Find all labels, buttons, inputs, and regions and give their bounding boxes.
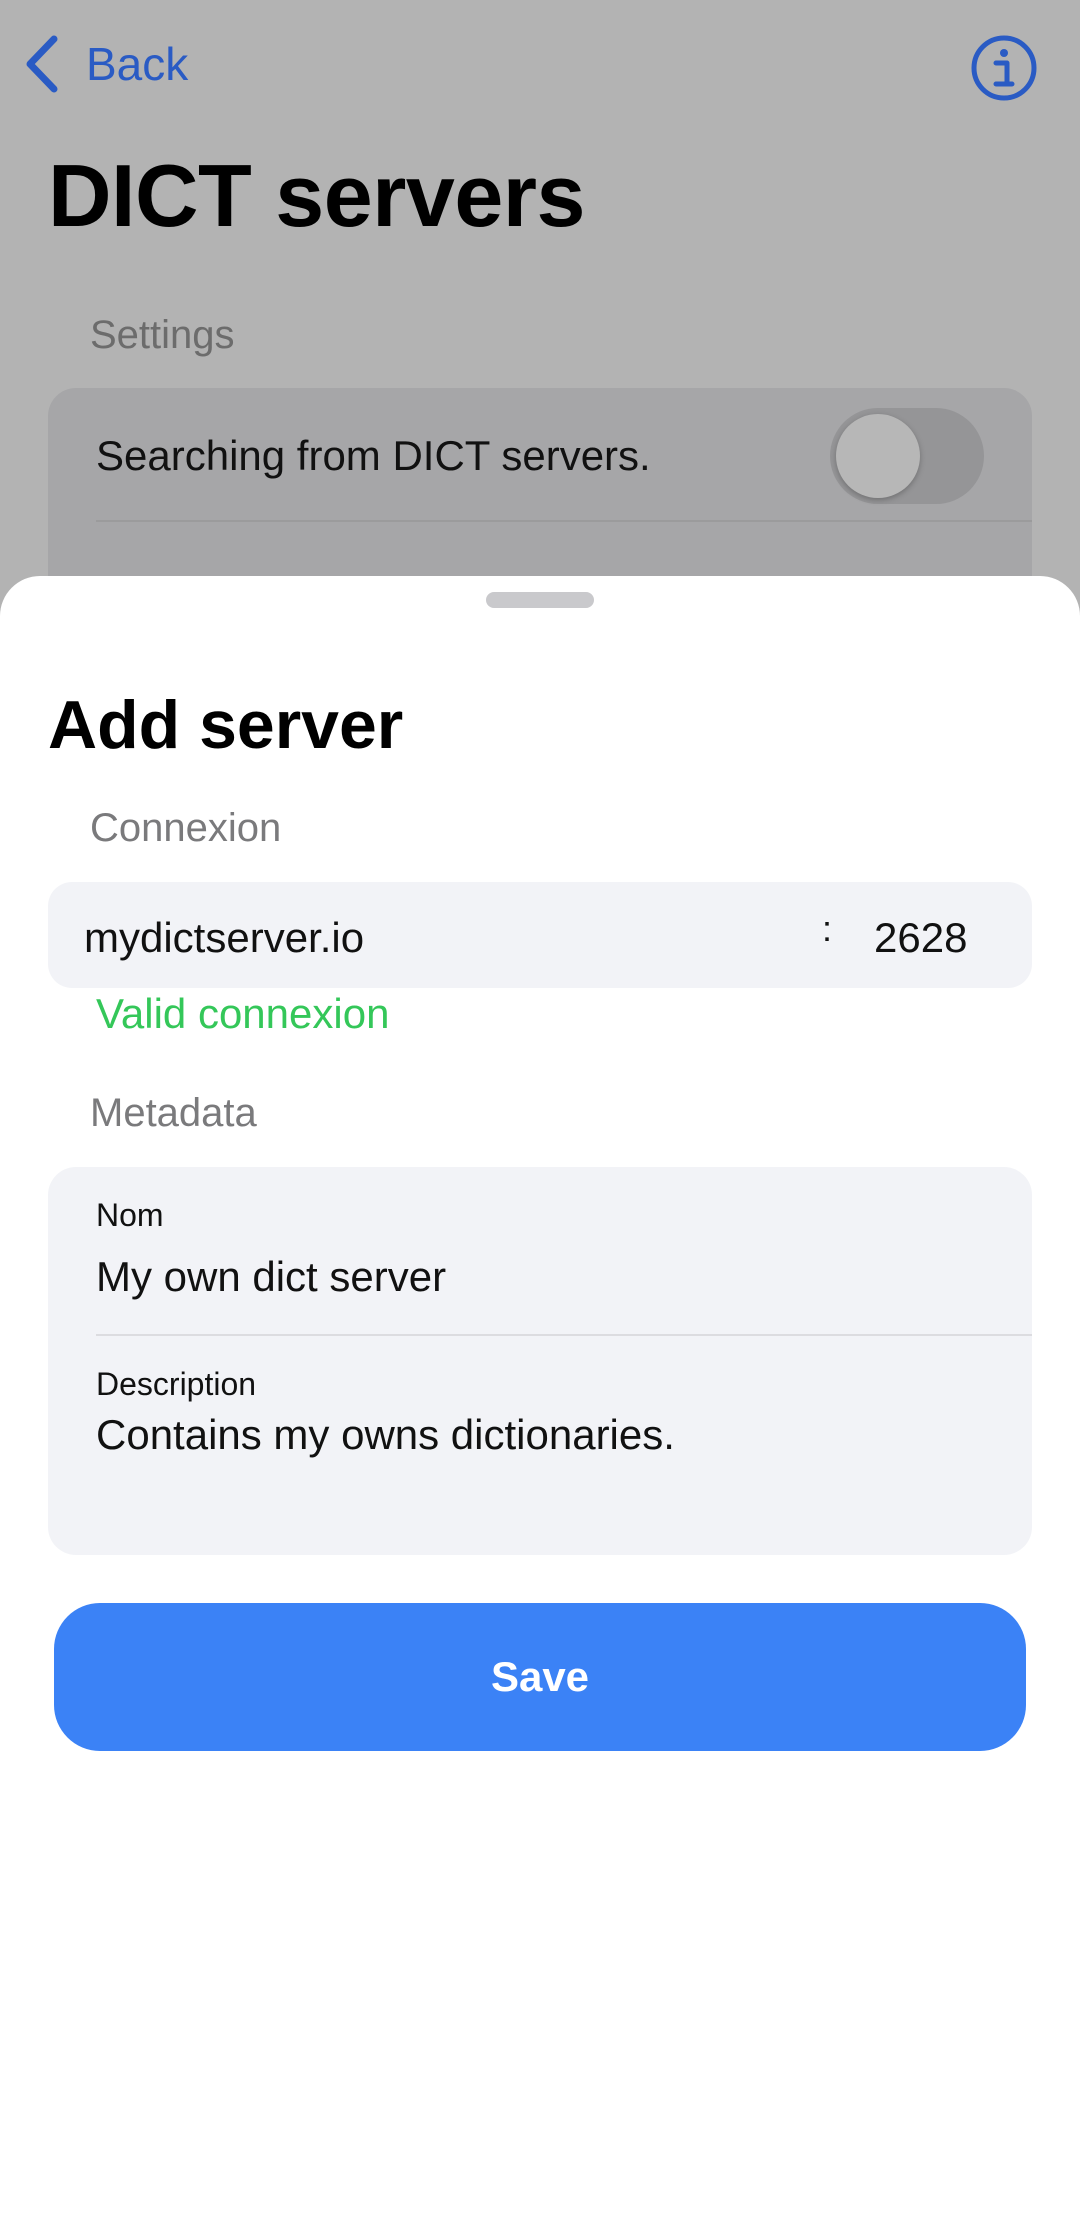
connexion-field: mydictserver.io : 2628 [48,882,1032,988]
toggle-knob [836,414,920,498]
search-toggle[interactable] [830,408,984,504]
metadata-divider [96,1334,1032,1336]
search-toggle-label: Searching from DICT servers. [96,432,651,479]
host-input[interactable]: mydictserver.io [84,914,364,962]
info-circle-icon [971,35,1037,101]
sheet-grabber[interactable] [486,592,594,608]
info-button[interactable] [970,34,1038,102]
settings-section-header: Settings [90,313,235,357]
sheet-title: Add server [48,687,404,763]
save-button[interactable]: Save [54,1603,1026,1751]
back-label: Back [86,38,189,90]
host-port-separator: : [822,908,833,949]
connexion-section-header: Connexion [90,806,282,850]
name-input[interactable]: My own dict server [96,1253,446,1301]
add-server-sheet: Add server Connexion mydictserver.io : 2… [0,576,1080,2214]
settings-divider [96,520,1032,522]
port-input[interactable]: 2628 [874,914,967,962]
back-button[interactable]: Back [22,32,188,96]
name-field-label: Nom [96,1197,164,1233]
metadata-section-header: Metadata [90,1091,257,1135]
description-field-label: Description [96,1366,257,1402]
page-title: DICT servers [48,146,585,245]
chevron-left-icon [26,35,58,93]
connexion-status: Valid connexion [96,990,390,1037]
description-input[interactable]: Contains my owns dictionaries. [96,1411,675,1459]
metadata-card: Nom My own dict server Description Conta… [48,1167,1032,1555]
